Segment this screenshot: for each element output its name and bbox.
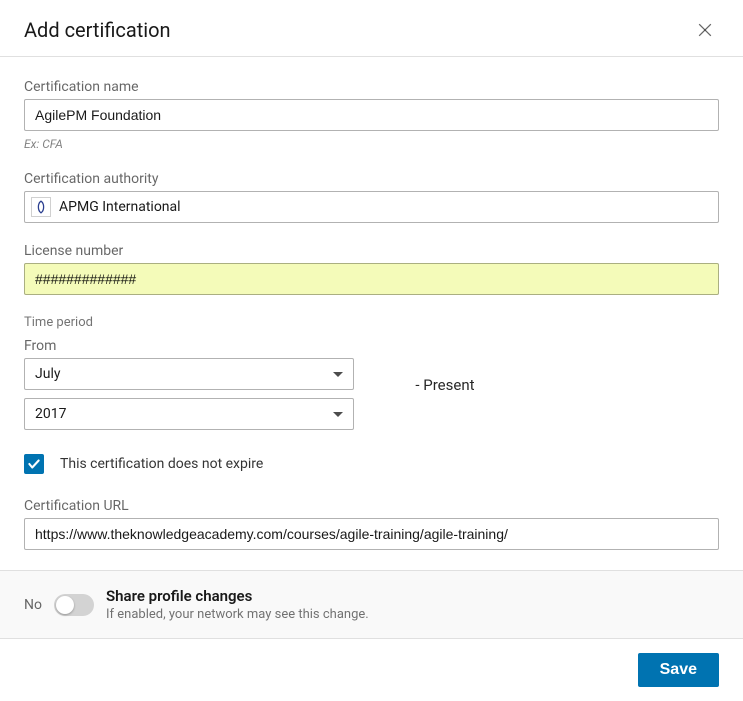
url-label: Certification URL — [24, 498, 719, 514]
share-section: No Share profile changes If enabled, you… — [0, 570, 743, 639]
toggle-knob — [56, 596, 74, 614]
chevron-down-icon — [333, 372, 343, 377]
from-label: From — [24, 338, 385, 354]
url-block: Certification URL — [24, 498, 719, 550]
from-month-select[interactable]: July — [24, 358, 354, 390]
authority-logo-icon — [31, 197, 51, 217]
authority-label: Certification authority — [24, 171, 719, 187]
license-label: License number — [24, 243, 719, 259]
from-year-value: 2017 — [35, 406, 66, 422]
cert-name-input[interactable] — [24, 99, 719, 131]
no-expire-label: This certification does not expire — [60, 456, 263, 472]
share-title: Share profile changes — [106, 587, 369, 605]
chevron-down-icon — [333, 412, 343, 417]
license-input[interactable] — [24, 263, 719, 295]
no-expire-row: This certification does not expire — [24, 454, 719, 474]
close-icon — [695, 20, 715, 40]
time-period-heading: Time period — [24, 315, 719, 330]
present-text: - Present — [415, 376, 719, 394]
authority-input[interactable]: APMG International — [24, 191, 719, 223]
modal-body: Certification name Ex: CFA Certification… — [0, 57, 743, 570]
close-button[interactable] — [691, 16, 719, 44]
no-expire-checkbox[interactable] — [24, 454, 44, 474]
save-button[interactable]: Save — [638, 653, 719, 687]
license-block: License number — [24, 243, 719, 295]
cert-name-hint: Ex: CFA — [24, 137, 719, 151]
time-period-row: From July 2017 - Present — [24, 338, 719, 430]
share-toggle-state: No — [24, 597, 42, 613]
modal-title: Add certification — [24, 18, 171, 42]
modal-header: Add certification — [0, 0, 743, 57]
from-month-value: July — [35, 366, 60, 382]
cert-name-label: Certification name — [24, 79, 719, 95]
from-year-select[interactable]: 2017 — [24, 398, 354, 430]
authority-block: Certification authority APMG Internation… — [24, 171, 719, 223]
share-toggle[interactable] — [54, 594, 94, 616]
share-subtitle: If enabled, your network may see this ch… — [106, 607, 369, 622]
check-icon — [27, 457, 41, 471]
cert-name-block: Certification name Ex: CFA — [24, 79, 719, 151]
url-input[interactable] — [24, 518, 719, 550]
authority-value: APMG International — [59, 199, 181, 215]
modal-footer: Save — [0, 639, 743, 701]
